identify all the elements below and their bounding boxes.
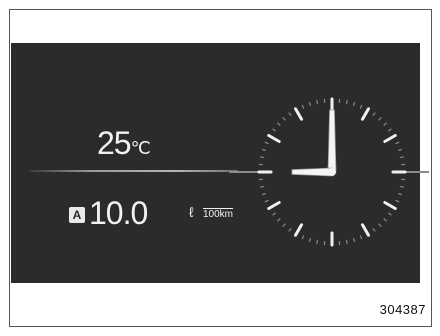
minute-tick [372, 228, 376, 232]
figure-id: 304387 [379, 302, 426, 317]
minute-tick [353, 237, 356, 243]
instrument-display: 25℃ A 10.0 ℓ 100km [11, 43, 429, 283]
fuel-unit-prefix: ℓ [189, 204, 194, 220]
minute-tick [383, 122, 387, 126]
outside-temperature: 25℃ [97, 123, 151, 163]
minute-tick [353, 101, 356, 107]
hour-tick [361, 107, 370, 121]
minute-tick [282, 117, 286, 121]
minute-tick [272, 128, 276, 132]
hour-tick [294, 107, 303, 121]
hour-tick [267, 201, 281, 210]
minute-tick [282, 223, 286, 227]
minute-tick [316, 239, 319, 245]
minute-tick [288, 112, 292, 116]
fuel-economy-value: 10.0 [89, 195, 148, 231]
minute-tick [277, 122, 281, 126]
minute-tick [399, 156, 405, 159]
divider-line [29, 170, 238, 172]
minute-tick [378, 223, 382, 227]
minute-tick [308, 237, 311, 243]
clock-hub [328, 168, 336, 176]
minute-tick [372, 112, 376, 116]
minute-tick [259, 156, 265, 159]
minute-tick [397, 193, 403, 196]
hour-tick [361, 223, 370, 237]
minute-tick [261, 193, 267, 196]
minute-tick [399, 185, 405, 188]
minute-tick [359, 235, 363, 240]
minute-tick [383, 218, 387, 222]
minute-tick [308, 101, 311, 107]
minute-tick [288, 228, 292, 232]
hour-tick [383, 134, 397, 143]
hour-hand [291, 167, 333, 177]
minute-tick [272, 212, 276, 216]
minute-tick [264, 141, 269, 145]
minute-tick [388, 212, 392, 216]
minute-tick [264, 199, 269, 203]
hour-tick [383, 201, 397, 210]
mode-badge: A [69, 207, 85, 223]
minute-tick [378, 117, 382, 121]
minute-tick [395, 199, 400, 203]
minute-tick [277, 218, 281, 222]
temperature-unit: ℃ [130, 138, 151, 158]
minute-tick [259, 185, 265, 188]
minute-tick [316, 99, 319, 105]
minute-tick [261, 148, 267, 151]
minute-tick [301, 235, 305, 240]
minute-tick [388, 128, 392, 132]
temperature-value: 25 [97, 125, 132, 161]
clock-hands [291, 109, 337, 177]
minute-tick [345, 239, 348, 245]
minute-tick [345, 99, 348, 105]
minute-tick [359, 104, 363, 109]
minute-hand [327, 109, 337, 173]
hour-tick [294, 223, 303, 237]
minute-tick [395, 141, 400, 145]
minute-tick [301, 104, 305, 109]
minute-tick [397, 148, 403, 151]
hour-tick [267, 134, 281, 143]
analog-clock [229, 97, 429, 247]
